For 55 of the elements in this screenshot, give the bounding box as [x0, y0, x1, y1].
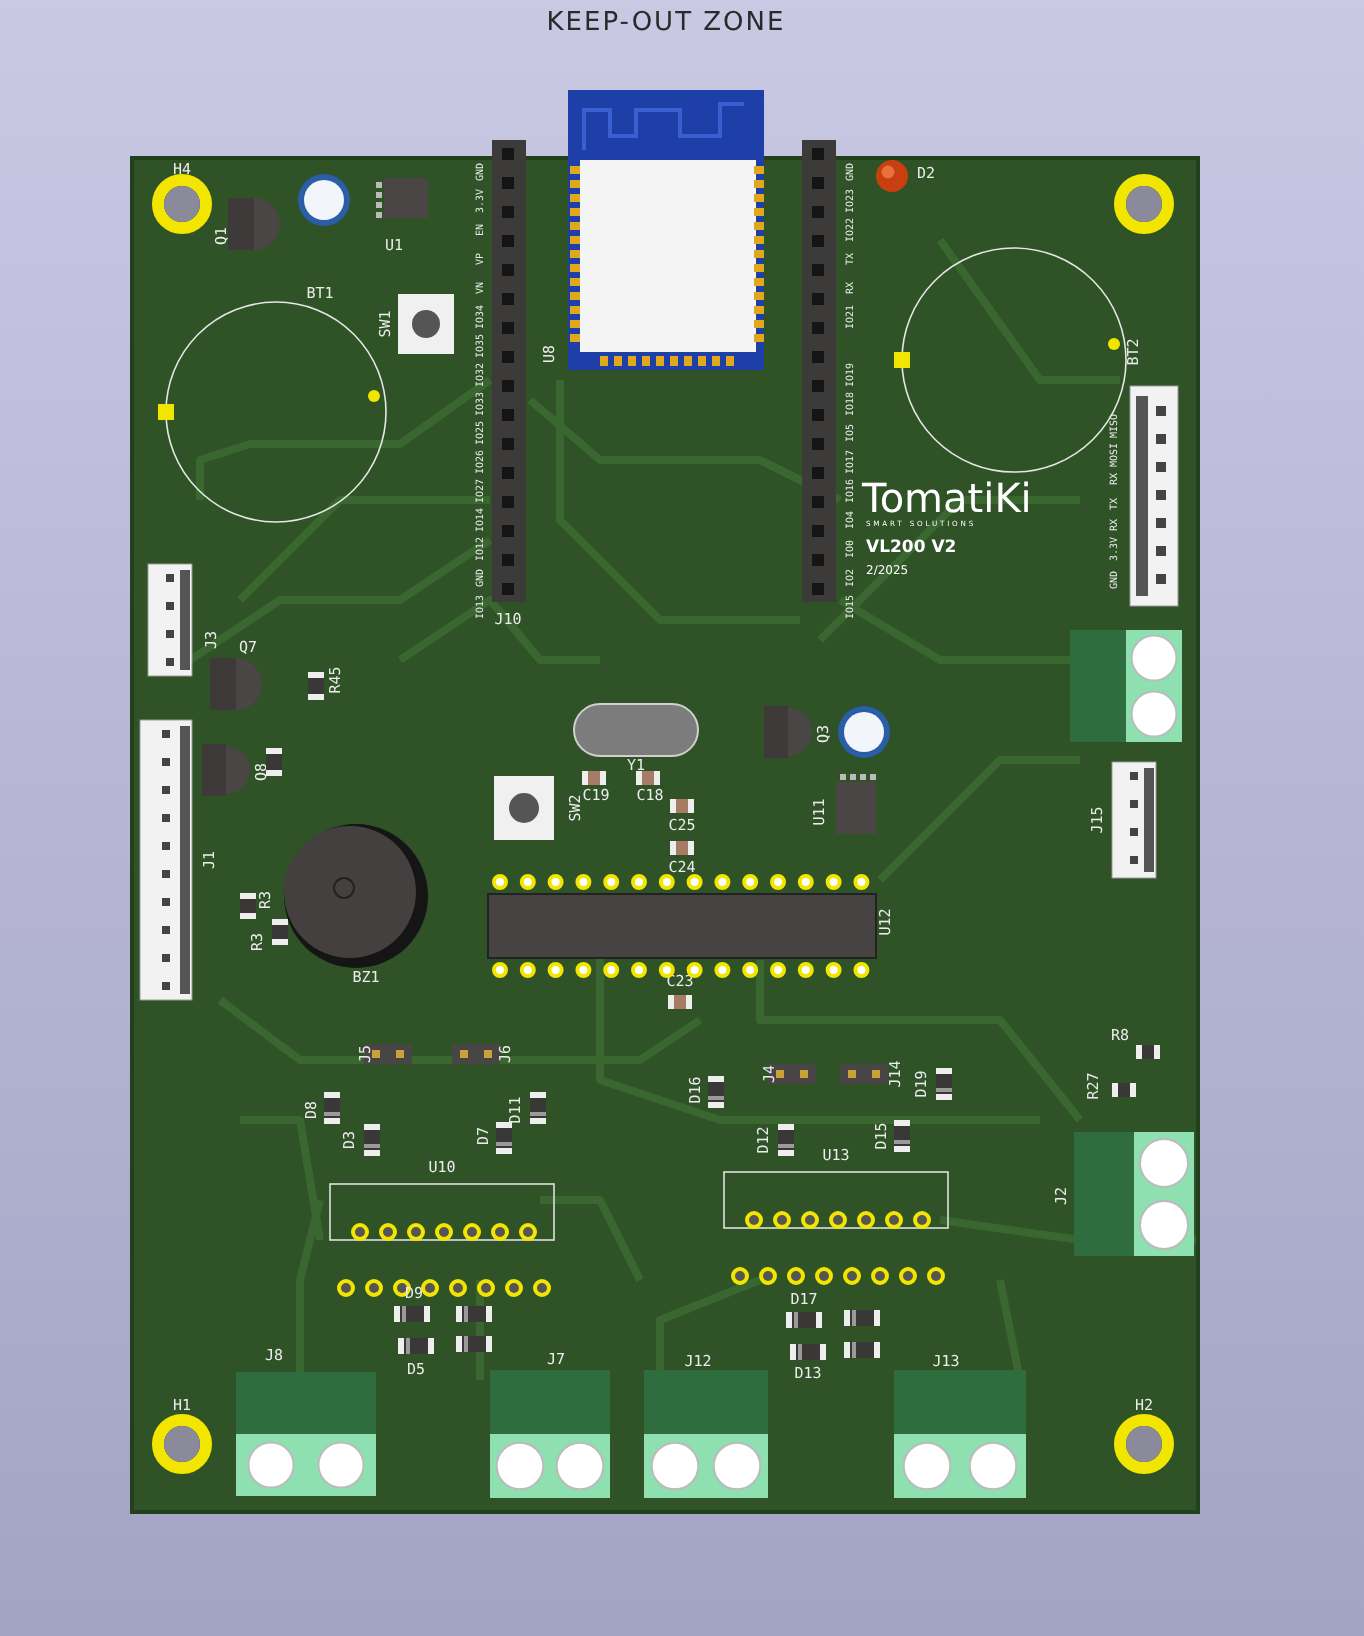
pin-connector: [1111, 761, 1157, 879]
diode: [324, 1092, 340, 1124]
diode: [790, 1344, 826, 1360]
diode: [894, 1120, 910, 1152]
screw-terminal: [1074, 1132, 1194, 1256]
mounting-hole: [1114, 1414, 1174, 1474]
diode: [456, 1306, 492, 1322]
electrolytic-capacitor: [838, 706, 890, 758]
transistor: [210, 658, 262, 710]
diode: [398, 1338, 434, 1354]
diode: [364, 1124, 380, 1156]
jumper-header: [840, 1064, 888, 1084]
brand-logo: TomatiKi: [862, 474, 1032, 522]
diode: [786, 1312, 822, 1328]
pin-connector: [147, 563, 193, 677]
chip: [376, 178, 428, 218]
resistor: [240, 893, 256, 919]
capacitor: [582, 771, 606, 785]
resistor: [1136, 1045, 1160, 1059]
diode: [708, 1076, 724, 1108]
diode: [844, 1310, 880, 1326]
diode: [394, 1306, 430, 1322]
diode: [456, 1336, 492, 1352]
transistor: [202, 744, 250, 796]
diode: [936, 1068, 952, 1100]
mounting-hole: [152, 1414, 212, 1474]
diode: [530, 1092, 546, 1124]
screw-terminal: [644, 1370, 768, 1498]
chip: [836, 774, 876, 834]
transistor: [764, 706, 812, 758]
resistor: [272, 919, 288, 945]
transistor: [228, 198, 280, 250]
screw-terminal: [490, 1370, 610, 1498]
led: [876, 160, 908, 192]
resistor: [266, 748, 282, 776]
capacitor: [670, 799, 694, 813]
board-model: VL200 V2: [866, 538, 957, 558]
diode: [778, 1124, 794, 1156]
mounting-hole: [152, 174, 212, 234]
screw-terminal: [1070, 630, 1182, 742]
resistor: [1112, 1083, 1136, 1097]
keep-out-zone-label: KEEP-OUT ZONE: [546, 8, 786, 38]
diode: [496, 1122, 512, 1154]
resistor: [308, 672, 324, 700]
mounting-hole: [1114, 174, 1174, 234]
capacitor: [668, 995, 692, 1009]
diode: [844, 1342, 880, 1358]
crystal: [573, 703, 699, 757]
electrolytic-capacitor: [298, 174, 350, 226]
capacitor: [636, 771, 660, 785]
screw-terminal: [236, 1372, 376, 1496]
buzzer: [284, 824, 428, 968]
screw-terminal: [894, 1370, 1026, 1498]
jumper-header: [452, 1044, 500, 1064]
capacitor: [670, 841, 694, 855]
